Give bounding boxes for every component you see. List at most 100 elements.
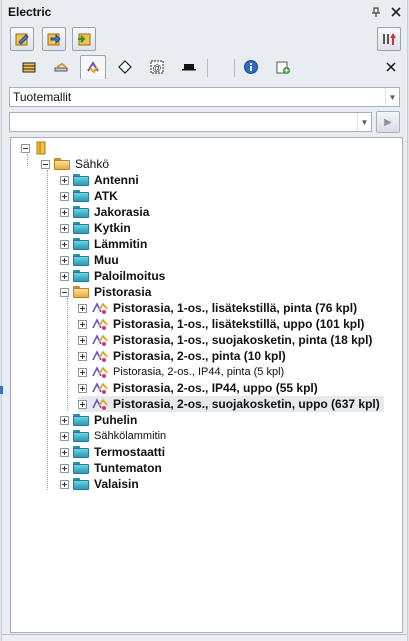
tree-leaf[interactable]: Pistorasia, 1-os., lisätekstillä, pinta … <box>78 300 357 316</box>
tree-node[interactable]: Antenni <box>60 172 139 188</box>
folder-icon <box>73 270 89 282</box>
folder-icon <box>73 462 89 474</box>
expand-icon[interactable] <box>60 223 69 233</box>
product-type-select[interactable]: Tuotemallit ▼ <box>9 87 400 107</box>
socket-component-icon <box>92 398 108 410</box>
expand-icon[interactable] <box>78 303 87 313</box>
panel-title: Electric <box>8 5 52 19</box>
folder-icon <box>73 174 89 186</box>
tree-line <box>67 298 68 410</box>
layers-icon <box>22 62 36 73</box>
close-tab-button[interactable] <box>378 55 404 79</box>
tree-node[interactable]: Muu <box>60 252 119 268</box>
toolbar-separator <box>207 59 208 77</box>
close-panel-icon[interactable] <box>387 3 405 21</box>
chevron-down-icon[interactable]: ▼ <box>385 88 399 106</box>
tree-node[interactable]: Termostaatti <box>60 444 165 460</box>
expand-icon[interactable] <box>60 191 69 201</box>
socket-component-icon <box>92 366 108 378</box>
view-toolbar: @ <box>2 55 407 81</box>
product-type-value: Tuotemallit <box>13 90 72 104</box>
tree-node[interactable]: Paloilmoitus <box>60 268 165 284</box>
tree-node-pistorasia[interactable]: Pistorasia <box>60 284 151 300</box>
collapse-icon[interactable] <box>60 287 69 297</box>
expand-icon[interactable] <box>60 239 69 249</box>
expand-icon[interactable] <box>78 335 87 345</box>
collapse-icon[interactable] <box>41 159 50 169</box>
expand-icon[interactable] <box>60 431 69 441</box>
tab-symbols[interactable] <box>112 55 138 79</box>
pin-icon[interactable] <box>367 3 385 21</box>
tree-node-sahko[interactable]: Sähkö <box>41 156 109 172</box>
go-button[interactable]: ▶ <box>376 111 400 133</box>
expand-icon[interactable] <box>78 383 87 393</box>
tab-mark[interactable] <box>176 55 202 79</box>
tree-node[interactable]: Kytkin <box>60 220 131 236</box>
filter-select[interactable]: ▼ <box>9 112 372 132</box>
tree-node[interactable]: Puhelin <box>60 412 137 428</box>
tab-products[interactable] <box>80 55 106 79</box>
action-toolbar <box>2 27 407 53</box>
expand-icon[interactable] <box>60 415 69 425</box>
expand-icon[interactable] <box>78 351 87 361</box>
edit-component-button[interactable] <box>10 27 34 51</box>
tree-node[interactable]: Lämmitin <box>60 236 147 252</box>
folder-open-icon <box>73 286 89 298</box>
tree-line <box>47 170 48 490</box>
tree-leaf[interactable]: Pistorasia, 2-os., pinta (10 kpl) <box>78 348 286 364</box>
add-folder-icon <box>276 61 290 74</box>
tab-text[interactable]: @ <box>144 55 170 79</box>
expand-icon[interactable] <box>60 479 69 489</box>
expand-icon[interactable] <box>78 319 87 329</box>
sort-button[interactable] <box>377 27 401 51</box>
tree-node[interactable]: Sähkölammitin <box>60 428 166 444</box>
tree-node[interactable]: Jakorasia <box>60 204 149 220</box>
folder-icon <box>73 446 89 458</box>
expand-icon[interactable] <box>60 447 69 457</box>
expand-icon[interactable] <box>60 271 69 281</box>
info-button[interactable] <box>238 55 264 79</box>
tree-leaf[interactable]: Pistorasia, 2-os., IP44, uppo (55 kpl) <box>78 380 318 396</box>
expand-icon[interactable] <box>60 207 69 217</box>
tree-node[interactable]: Tuntematon <box>60 460 162 476</box>
folder-icon <box>73 478 89 490</box>
folder-icon <box>73 190 89 202</box>
expand-icon[interactable] <box>60 463 69 473</box>
database-folder-icon <box>36 141 46 155</box>
folder-icon <box>73 222 89 234</box>
status-bar <box>2 634 407 641</box>
electric-panel: Electric @ Tuotemallit ▼ ▼ ▶ Sähkö Anten… <box>1 0 408 641</box>
import-button[interactable] <box>42 27 66 51</box>
chevron-down-icon[interactable]: ▼ <box>357 113 371 131</box>
objects-icon <box>54 62 68 72</box>
expand-icon[interactable] <box>78 367 87 377</box>
tree-leaf[interactable]: Pistorasia, 2-os., IP44, pinta (5 kpl) <box>78 364 284 380</box>
text-frame-icon: @ <box>150 60 164 74</box>
import-icon <box>47 33 61 46</box>
export-icon <box>78 33 91 46</box>
toolbar-separator <box>234 59 235 77</box>
edit-icon <box>15 33 29 46</box>
folder-icon <box>73 206 89 218</box>
tree-leaf-selected[interactable]: Pistorasia, 2-os., suojakosketin, uppo (… <box>78 396 384 412</box>
socket-component-icon <box>92 318 108 330</box>
expand-icon[interactable] <box>60 175 69 185</box>
tab-objects[interactable] <box>48 55 74 79</box>
expand-icon[interactable] <box>78 399 87 409</box>
export-button[interactable] <box>72 27 96 51</box>
expand-icon[interactable] <box>60 255 69 265</box>
folder-open-icon <box>54 158 70 170</box>
folder-icon <box>73 254 89 266</box>
sort-icon <box>383 33 396 45</box>
diamond-icon <box>118 60 132 74</box>
component-tree[interactable]: Sähkö Antenni ATK Jakorasia Kytkin Lämmi… <box>10 137 403 633</box>
tab-layers[interactable] <box>16 55 42 79</box>
tree-root[interactable] <box>21 140 48 156</box>
tree-leaf[interactable]: Pistorasia, 1-os., suojakosketin, pinta … <box>78 332 372 348</box>
tree-node[interactable]: Valaisin <box>60 476 139 492</box>
tree-leaf[interactable]: Pistorasia, 1-os., lisätekstillä, uppo (… <box>78 316 364 332</box>
tree-node[interactable]: ATK <box>60 188 118 204</box>
add-item-button[interactable] <box>270 55 296 79</box>
collapse-icon[interactable] <box>21 143 30 153</box>
title-bar: Electric <box>2 0 407 24</box>
